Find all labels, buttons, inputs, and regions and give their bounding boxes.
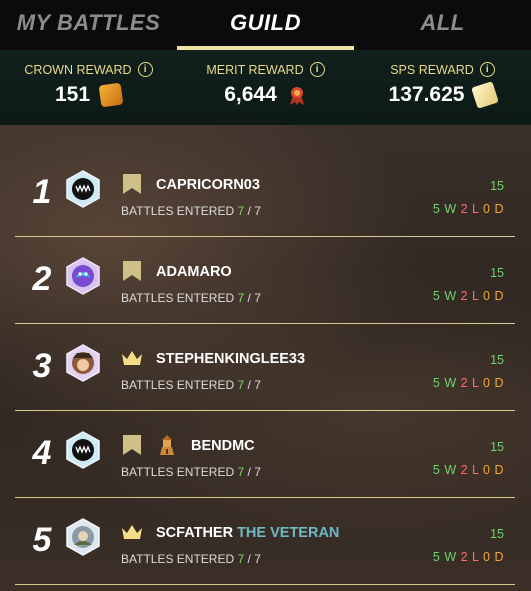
player-title: THE VETERAN: [237, 525, 340, 541]
crown-reward-label: CROWN REWARD: [24, 62, 132, 77]
avatar: [66, 518, 100, 556]
tab-all[interactable]: ALL: [354, 0, 531, 50]
merit-reward: MERIT REWARD i 6,644: [177, 50, 354, 125]
info-icon[interactable]: i: [137, 62, 153, 77]
score: 15: [490, 179, 504, 193]
rank-number: 5: [32, 521, 52, 559]
crown-badge-icon: [122, 525, 142, 539]
score: 15: [490, 527, 504, 541]
merit-reward-label: MERIT REWARD: [206, 62, 304, 77]
list-item[interactable]: 1 CAPRICORN03 BATTLES ENTERED 7 / 7 15 5…: [15, 149, 515, 237]
win-loss-record: 5 W 2 L 0 D: [432, 376, 504, 390]
win-loss-record: 5 W 2 L 0 D: [432, 463, 504, 477]
guild-tower-icon: [160, 435, 174, 455]
list-item[interactable]: 3 STEPHENKINGLEE33 BATTLES ENTERED 7 / 7…: [15, 323, 515, 411]
player-name[interactable]: STEPHENKINGLEE33: [156, 351, 305, 367]
sps-reward-label: SPS REWARD: [390, 62, 474, 77]
rank-number: 1: [32, 173, 52, 211]
sps-reward-value: 137.625: [388, 83, 465, 106]
avatar: [66, 344, 100, 382]
banner-icon: [123, 174, 141, 194]
crown-reward: CROWN REWARD i 151: [0, 50, 177, 125]
crown-badge-icon: [122, 351, 142, 365]
battles-entered: BATTLES ENTERED 7 / 7: [121, 465, 261, 479]
merit-icon: [289, 87, 304, 105]
avatar: [66, 431, 100, 469]
info-icon[interactable]: i: [309, 62, 325, 77]
list-item[interactable]: 2 ADAMARO BATTLES ENTERED 7 / 7 15 5 W 2…: [15, 236, 515, 324]
sps-reward: SPS REWARD i 137.625: [354, 50, 531, 125]
avatar: [66, 170, 100, 208]
win-loss-record: 5 W 2 L 0 D: [432, 202, 504, 216]
crown-reward-value: 151: [54, 83, 91, 106]
win-loss-record: 5 W 2 L 0 D: [432, 289, 504, 303]
tab-bar: MY BATTLES GUILD ALL: [0, 0, 531, 50]
rank-number: 2: [32, 260, 52, 298]
tab-guild[interactable]: GUILD: [177, 0, 354, 50]
crown-icon: [98, 82, 124, 108]
list-item[interactable]: 5 SCFATHER THE VETERAN BATTLES ENTERED 7 …: [15, 497, 515, 585]
score: 15: [490, 266, 504, 280]
rewards-bar: CROWN REWARD i 151 MERIT REWARD i 6,644 …: [0, 50, 531, 126]
tab-my-battles[interactable]: MY BATTLES: [0, 0, 177, 50]
info-icon[interactable]: i: [479, 62, 495, 77]
battles-entered: BATTLES ENTERED 7 / 7: [121, 204, 261, 218]
player-name[interactable]: SCFATHER THE VETERAN: [156, 525, 339, 541]
avatar: [66, 257, 100, 295]
score: 15: [490, 353, 504, 367]
score: 15: [490, 440, 504, 454]
player-name[interactable]: CAPRICORN03: [156, 177, 260, 193]
rank-number: 4: [32, 434, 52, 472]
player-name[interactable]: BENDMC: [191, 438, 255, 454]
battles-entered: BATTLES ENTERED 7 / 7: [121, 291, 261, 305]
sps-icon: [471, 81, 500, 109]
win-loss-record: 5 W 2 L 0 D: [432, 550, 504, 564]
player-name[interactable]: ADAMARO: [156, 264, 232, 280]
banner-icon: [123, 435, 141, 455]
rank-number: 3: [32, 347, 52, 385]
banner-icon: [123, 261, 141, 281]
battles-entered: BATTLES ENTERED 7 / 7: [121, 552, 261, 566]
list-item[interactable]: 4 BENDMC BATTLES ENTERED 7 / 7 15 5 W 2 …: [15, 410, 515, 498]
merit-reward-value: 6,644: [224, 83, 277, 106]
guild-leaderboard: 1 CAPRICORN03 BATTLES ENTERED 7 / 7 15 5…: [0, 125, 531, 591]
battles-entered: BATTLES ENTERED 7 / 7: [121, 378, 261, 392]
